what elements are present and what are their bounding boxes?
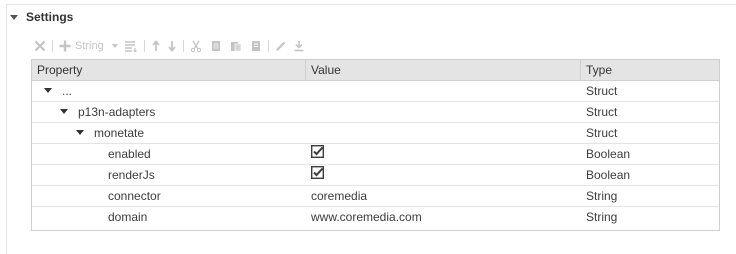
property-value[interactable]: www.coremedia.com [305, 207, 580, 228]
type-selector-label[interactable]: String [75, 40, 104, 52]
copy-icon[interactable] [210, 38, 222, 54]
property-value[interactable] [305, 81, 580, 102]
download-icon[interactable] [293, 38, 305, 54]
property-type: Struct [586, 126, 618, 140]
property-type: Boolean [586, 147, 631, 161]
table-row[interactable]: monetate Struct [32, 123, 719, 144]
property-value[interactable] [305, 123, 580, 144]
property-type: Struct [586, 84, 618, 98]
column-header-type[interactable]: Type [580, 60, 719, 81]
cut-icon[interactable] [190, 38, 202, 54]
property-value[interactable]: coremedia [305, 186, 580, 207]
property-name: p13n-adapters [78, 105, 156, 119]
type-dropdown-icon[interactable] [111, 44, 118, 48]
table-row[interactable]: p13n-adapters Struct [32, 102, 719, 123]
checked-checkbox-icon[interactable] [310, 144, 325, 164]
property-name: ... [62, 84, 73, 98]
property-type: Boolean [586, 168, 631, 182]
delete-icon[interactable] [34, 38, 46, 54]
table-row[interactable]: renderJs Boolean [32, 165, 719, 186]
move-down-icon[interactable] [167, 38, 177, 54]
table-row[interactable]: domain www.coremedia.com String [32, 207, 719, 228]
checked-checkbox-icon[interactable] [310, 165, 325, 185]
property-value[interactable] [305, 102, 580, 123]
property-type: String [586, 189, 618, 203]
expand-caret-icon[interactable] [76, 130, 84, 136]
property-name: monetate [94, 126, 145, 140]
property-type: Struct [586, 105, 618, 119]
add-icon[interactable] [59, 38, 71, 54]
edit-icon[interactable] [275, 38, 287, 54]
property-name: renderJs [108, 168, 155, 182]
column-header-property[interactable]: Property [32, 60, 305, 81]
properties-table: Property Value Type ... Struct p13n-adap… [31, 59, 720, 231]
section-title: Settings [26, 10, 74, 24]
expand-caret-icon[interactable] [44, 88, 52, 94]
property-name: connector [108, 189, 161, 203]
expand-caret-icon[interactable] [60, 109, 68, 115]
settings-header[interactable]: Settings [10, 10, 73, 24]
property-name: enabled [108, 147, 151, 161]
paste-icon[interactable] [230, 38, 242, 54]
table-row[interactable]: ... Struct [32, 81, 719, 102]
toolbar-separator [143, 40, 145, 52]
property-type: String [586, 210, 618, 224]
table-header: Property Value Type [32, 60, 719, 81]
collapse-caret-icon[interactable] [10, 14, 18, 20]
move-up-icon[interactable] [151, 38, 161, 54]
toolbar: String [34, 38, 305, 54]
table-row[interactable]: enabled Boolean [32, 144, 719, 165]
property-name: domain [108, 210, 148, 224]
sort-icon[interactable] [124, 38, 138, 54]
property-value[interactable] [305, 165, 580, 186]
property-value[interactable] [305, 144, 580, 165]
toolbar-separator [267, 40, 269, 52]
column-header-value[interactable]: Value [305, 60, 580, 81]
toolbar-separator [182, 40, 184, 52]
toolbar-separator [52, 40, 53, 52]
table-row[interactable]: connector coremedia String [32, 186, 719, 207]
paste-special-icon[interactable] [250, 38, 262, 54]
